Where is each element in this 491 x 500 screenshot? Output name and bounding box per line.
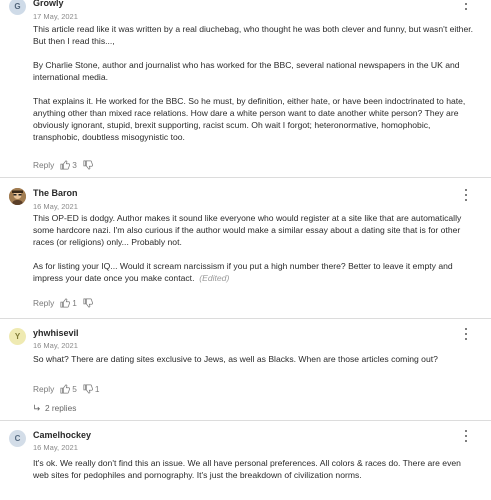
thumbs-up-icon [60,384,71,394]
view-replies-button[interactable]: 2 replies [33,402,76,414]
reply-arrow-icon [34,404,40,411]
like-count: 5 [72,384,77,394]
reply-button[interactable]: Reply [33,297,54,309]
comment-paragraph: As for listing your IQ... Would it screa… [33,260,473,284]
more-options-icon[interactable] [463,430,469,442]
dislike-button[interactable]: 1 [83,383,100,395]
like-button[interactable]: 1 [60,297,77,309]
thumbs-down-icon [83,384,93,394]
comment-divider [0,420,491,421]
reply-button[interactable]: Reply [33,383,54,395]
avatar-yhwhisevil[interactable]: Y [9,328,26,345]
replies-count-label: 2 replies [45,403,77,413]
like-button[interactable]: 3 [60,159,77,171]
comment-author[interactable]: yhwhisevil [33,327,79,339]
more-options-icon[interactable] [463,0,469,10]
comment-actions: Reply 5 1 [33,383,105,395]
comment-paragraph-text: As for listing your IQ... Would it screa… [33,261,453,283]
comment-divider [0,318,491,319]
comment-actions: Reply 1 [33,297,101,309]
comment-author[interactable]: Growly [33,0,64,9]
dislike-button[interactable] [83,298,95,308]
more-options-icon[interactable] [463,189,469,201]
like-button[interactable]: 5 [60,383,77,395]
thumbs-down-icon [83,298,93,308]
comment-author[interactable]: Camelhockey [33,429,91,441]
thumbs-down-icon [83,160,93,170]
more-options-icon[interactable] [463,328,469,340]
comment-body: It's ok. We really don't find this an is… [33,457,473,481]
comment-paragraph: This OP-ED is dodgy. Author makes it sou… [33,213,462,247]
avatar-camelhockey[interactable]: C [9,430,26,447]
comment-paragraph: So what? There are dating sites exclusiv… [33,354,438,364]
edited-label: (Edited) [199,273,230,283]
comment-author[interactable]: The Baron [33,187,78,199]
thumbs-up-icon [60,298,71,308]
comment-paragraph: By Charlie Stone, author and journalist … [33,60,460,82]
dislike-button[interactable] [83,160,95,170]
comment-divider [0,177,491,178]
like-count: 3 [72,160,77,170]
comment-actions: Reply 3 [33,159,101,171]
comment-paragraph: That explains it. He worked for the BBC.… [33,96,466,142]
dislike-count: 1 [94,384,100,394]
comment-paragraph: This article read like it was written by… [33,24,474,46]
reply-button[interactable]: Reply [33,159,54,171]
avatar-photo-icon [9,188,26,205]
avatar-the-baron[interactable] [9,188,26,205]
like-count: 1 [72,298,77,308]
comment-body: So what? There are dating sites exclusiv… [33,353,473,365]
comment-body: This OP-ED is dodgy. Author makes it sou… [33,212,473,284]
comment-date: 16 May, 2021 [33,341,78,350]
avatar-growly[interactable]: G [9,0,26,15]
comment-date: 16 May, 2021 [33,443,78,452]
comment-body: This article read like it was written by… [33,23,473,143]
thumbs-up-icon [60,160,71,170]
comment-date: 17 May, 2021 [33,12,78,21]
comment-paragraph: It's ok. We really don't find this an is… [33,458,461,480]
